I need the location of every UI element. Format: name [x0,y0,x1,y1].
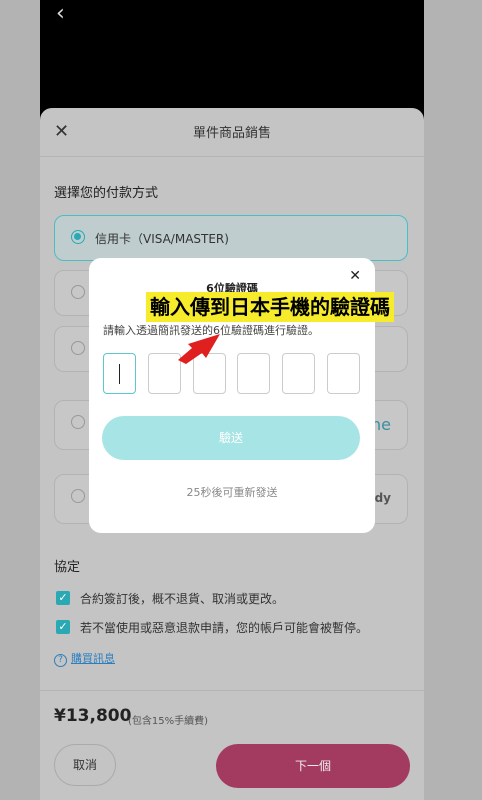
fee-note: (包含15%手續費) [128,716,209,727]
code-digit-input-1[interactable] [103,353,136,394]
sheet-title: 單件商品銷售 [192,126,271,141]
text-caret [119,364,120,384]
checkbox-checked-icon[interactable]: ✓ [56,591,70,605]
radio-selected-icon[interactable] [71,230,85,244]
code-digit-input-4[interactable] [237,353,270,394]
footer-divider [40,690,424,691]
radio-icon[interactable] [71,489,85,503]
total-price: ¥13,800 [54,706,132,726]
next-button[interactable]: 下一個 [216,744,410,788]
checkbox-checked-icon[interactable]: ✓ [56,620,70,634]
resend-countdown: 25秒後可重新發送 [186,486,278,499]
question-circle-icon: ? [54,654,67,667]
submit-button[interactable]: 驗送 [102,416,360,460]
modal-close-button[interactable]: ✕ [349,268,361,284]
agreement-title: 協定 [54,560,81,575]
close-icon: ✕ [349,268,361,284]
back-button[interactable]: ‹ [56,2,76,26]
sheet-header: ✕ 單件商品銷售 [40,108,424,157]
payment-option-credit-card[interactable]: 信用卡（VISA/MASTER) [54,215,408,261]
payment-option-label: 信用卡（VISA/MASTER) [95,232,229,246]
top-bar [40,0,424,120]
agreement-text: 合約簽訂後，概不退貨、取消或更改。 [80,592,285,606]
code-digit-input-5[interactable] [282,353,315,394]
purchase-info-link[interactable]: ? 購買訊息 [54,650,115,667]
chevron-left-icon: ‹ [56,1,65,26]
payment-section-title: 選擇您的付款方式 [54,186,159,201]
code-digit-input-6[interactable] [327,353,360,394]
agreement-text: 若不當使用或惡意退款申請，您的帳戶可能會被暫停。 [80,621,369,635]
radio-icon[interactable] [71,341,85,355]
cancel-button[interactable]: 取消 [54,744,116,786]
radio-icon[interactable] [71,415,85,429]
radio-icon[interactable] [71,285,85,299]
red-arrow-icon [178,334,220,364]
annotation-callout: 輸入傳到日本手機的驗證碼 [146,292,394,322]
